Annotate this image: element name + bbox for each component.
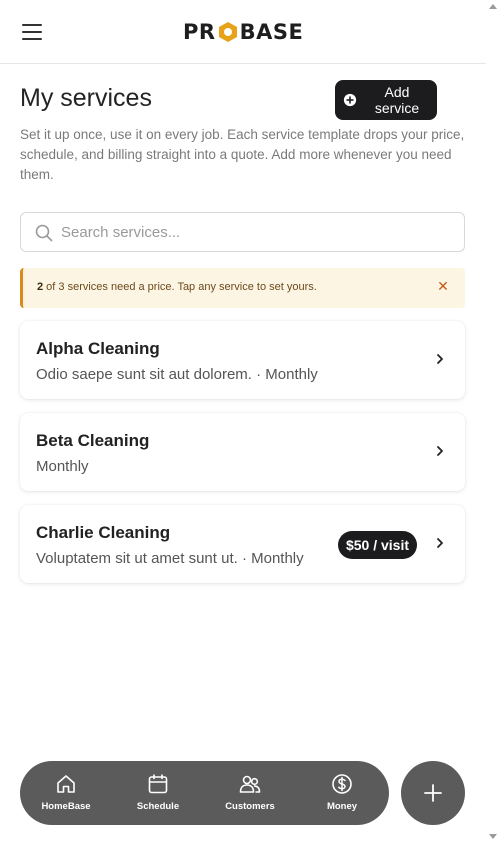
users-icon [239, 775, 261, 793]
close-icon[interactable]: ✕ [433, 277, 453, 297]
service-card-alpha[interactable]: Alpha Cleaning Odio saepe sunt sit aut d… [20, 321, 465, 399]
nav-item-schedule[interactable]: Schedule [112, 761, 204, 825]
nav-label: Money [326, 801, 358, 812]
scroll-up-arrow-icon[interactable] [489, 4, 497, 9]
top-header: PR BASE [0, 0, 486, 64]
alert-text: of 3 services need a price. Tap any serv… [43, 281, 317, 293]
quick-add-button[interactable] [401, 761, 465, 825]
logo-text-right: BASE [239, 20, 304, 44]
chevron-right-icon [437, 446, 443, 456]
service-card-charlie[interactable]: Charlie Cleaning Voluptatem sit ut amet … [20, 505, 465, 583]
plus-circle-icon [343, 93, 357, 107]
dollar-icon [332, 774, 352, 794]
service-card-beta[interactable]: Beta Cleaning Monthly [20, 413, 465, 491]
service-name: Charlie Cleaning [36, 523, 171, 542]
add-service-button[interactable]: Add service [335, 80, 437, 120]
alert-message: 2 of 3 services need a price. Tap any se… [37, 281, 317, 293]
service-subtitle: Odio saepe sunt sit aut dolorem. · Month… [36, 366, 318, 383]
search-icon [35, 224, 53, 242]
service-subtitle: Monthly [36, 458, 89, 475]
hamburger-menu-icon[interactable] [22, 24, 42, 40]
home-icon [57, 775, 75, 793]
bottom-nav: HomeBase Schedule Customers Money [20, 761, 389, 825]
nav-label: Schedule [136, 801, 180, 812]
calendar-icon [148, 774, 168, 794]
search-input[interactable] [61, 213, 456, 251]
add-service-label: Add service [374, 84, 420, 116]
plus-icon [424, 784, 442, 802]
nav-item-customers[interactable]: Customers [204, 761, 296, 825]
search-box [20, 212, 465, 252]
app: PR BASE My services Add service Set it u… [0, 0, 486, 845]
page-scrollbar[interactable] [486, 0, 500, 845]
page-title: My services [20, 84, 152, 112]
service-subtitle: Voluptatem sit ut amet sunt ut. · Monthl… [36, 550, 304, 567]
probase-logo[interactable]: PR BASE [183, 19, 303, 45]
missing-price-alert: 2 of 3 services need a price. Tap any se… [20, 268, 465, 308]
scroll-down-arrow-icon[interactable] [489, 834, 497, 839]
nav-label: Customers [225, 801, 275, 812]
price-badge: $50 / visit [337, 531, 417, 559]
chevron-right-icon [437, 354, 443, 364]
nav-label: HomeBase [41, 801, 91, 812]
page-description: Set it up once, use it on every job. Eac… [20, 127, 465, 182]
service-name: Beta Cleaning [36, 431, 150, 450]
nav-item-homebase[interactable]: HomeBase [20, 761, 112, 825]
service-name: Alpha Cleaning [36, 339, 160, 358]
logo-hexagon-icon [218, 22, 237, 42]
logo-text-left: PR [183, 20, 216, 44]
nav-item-money[interactable]: Money [296, 761, 388, 825]
chevron-right-icon [437, 538, 443, 548]
